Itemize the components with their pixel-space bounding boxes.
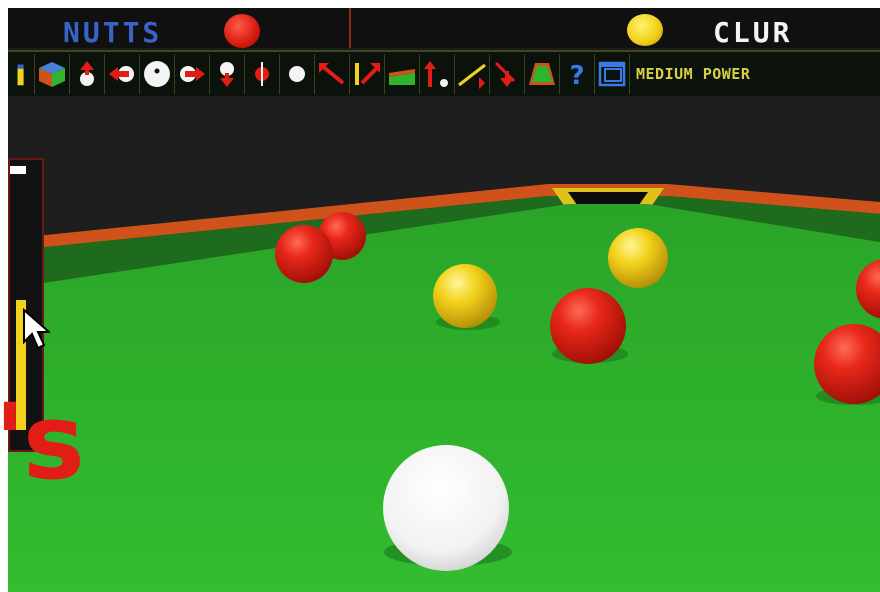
player1-red-ball-indicator — [224, 14, 260, 48]
power-level-label: MEDIUM POWER — [636, 65, 751, 83]
table-view-icon[interactable] — [385, 54, 420, 94]
scoreboard: NUTTS CLUR — [8, 8, 880, 49]
options-window-icon[interactable] — [595, 54, 630, 94]
power-level-icon[interactable] — [8, 54, 35, 94]
aim-right-icon[interactable] — [350, 54, 385, 94]
red-ball[interactable] — [275, 225, 333, 283]
red-ball[interactable] — [550, 288, 626, 364]
magazine-overlay-text: 's — [0, 381, 85, 503]
small-cue-ball-icon[interactable] — [280, 54, 315, 94]
game-screen: NUTTS CLUR ? MEDIUM POWER — [8, 8, 880, 592]
aim-left-icon[interactable] — [315, 54, 350, 94]
move-up-icon[interactable] — [70, 54, 105, 94]
svg-text:?: ? — [569, 61, 584, 89]
player2-name: CLUR — [713, 16, 793, 49]
table-scene[interactable] — [8, 96, 880, 592]
yellow-ball[interactable] — [608, 228, 668, 288]
move-left-icon[interactable] — [105, 54, 140, 94]
overhead-table-icon[interactable] — [525, 54, 560, 94]
cue-angle-icon[interactable] — [455, 54, 490, 94]
move-down-icon[interactable] — [210, 54, 245, 94]
shot-arrows-icon[interactable] — [420, 54, 455, 94]
scoreboard-divider — [349, 8, 351, 48]
move-right-icon[interactable] — [175, 54, 210, 94]
help-icon[interactable]: ? — [560, 54, 595, 94]
yellow-ball[interactable] — [433, 264, 497, 328]
cue-ball-spin-icon[interactable] — [140, 54, 175, 94]
control-toolbar: ? MEDIUM POWER — [8, 50, 880, 98]
cue-ball[interactable] — [383, 445, 509, 571]
zoom-out-icon[interactable] — [490, 54, 525, 94]
view-cube-icon[interactable] — [35, 54, 70, 94]
rotate-icon[interactable] — [245, 54, 280, 94]
power-gauge-cap — [10, 166, 26, 174]
player2-yellow-ball-indicator — [627, 14, 663, 46]
mouse-pointer-icon — [23, 308, 50, 350]
player1-name: NUTTS — [63, 16, 163, 49]
